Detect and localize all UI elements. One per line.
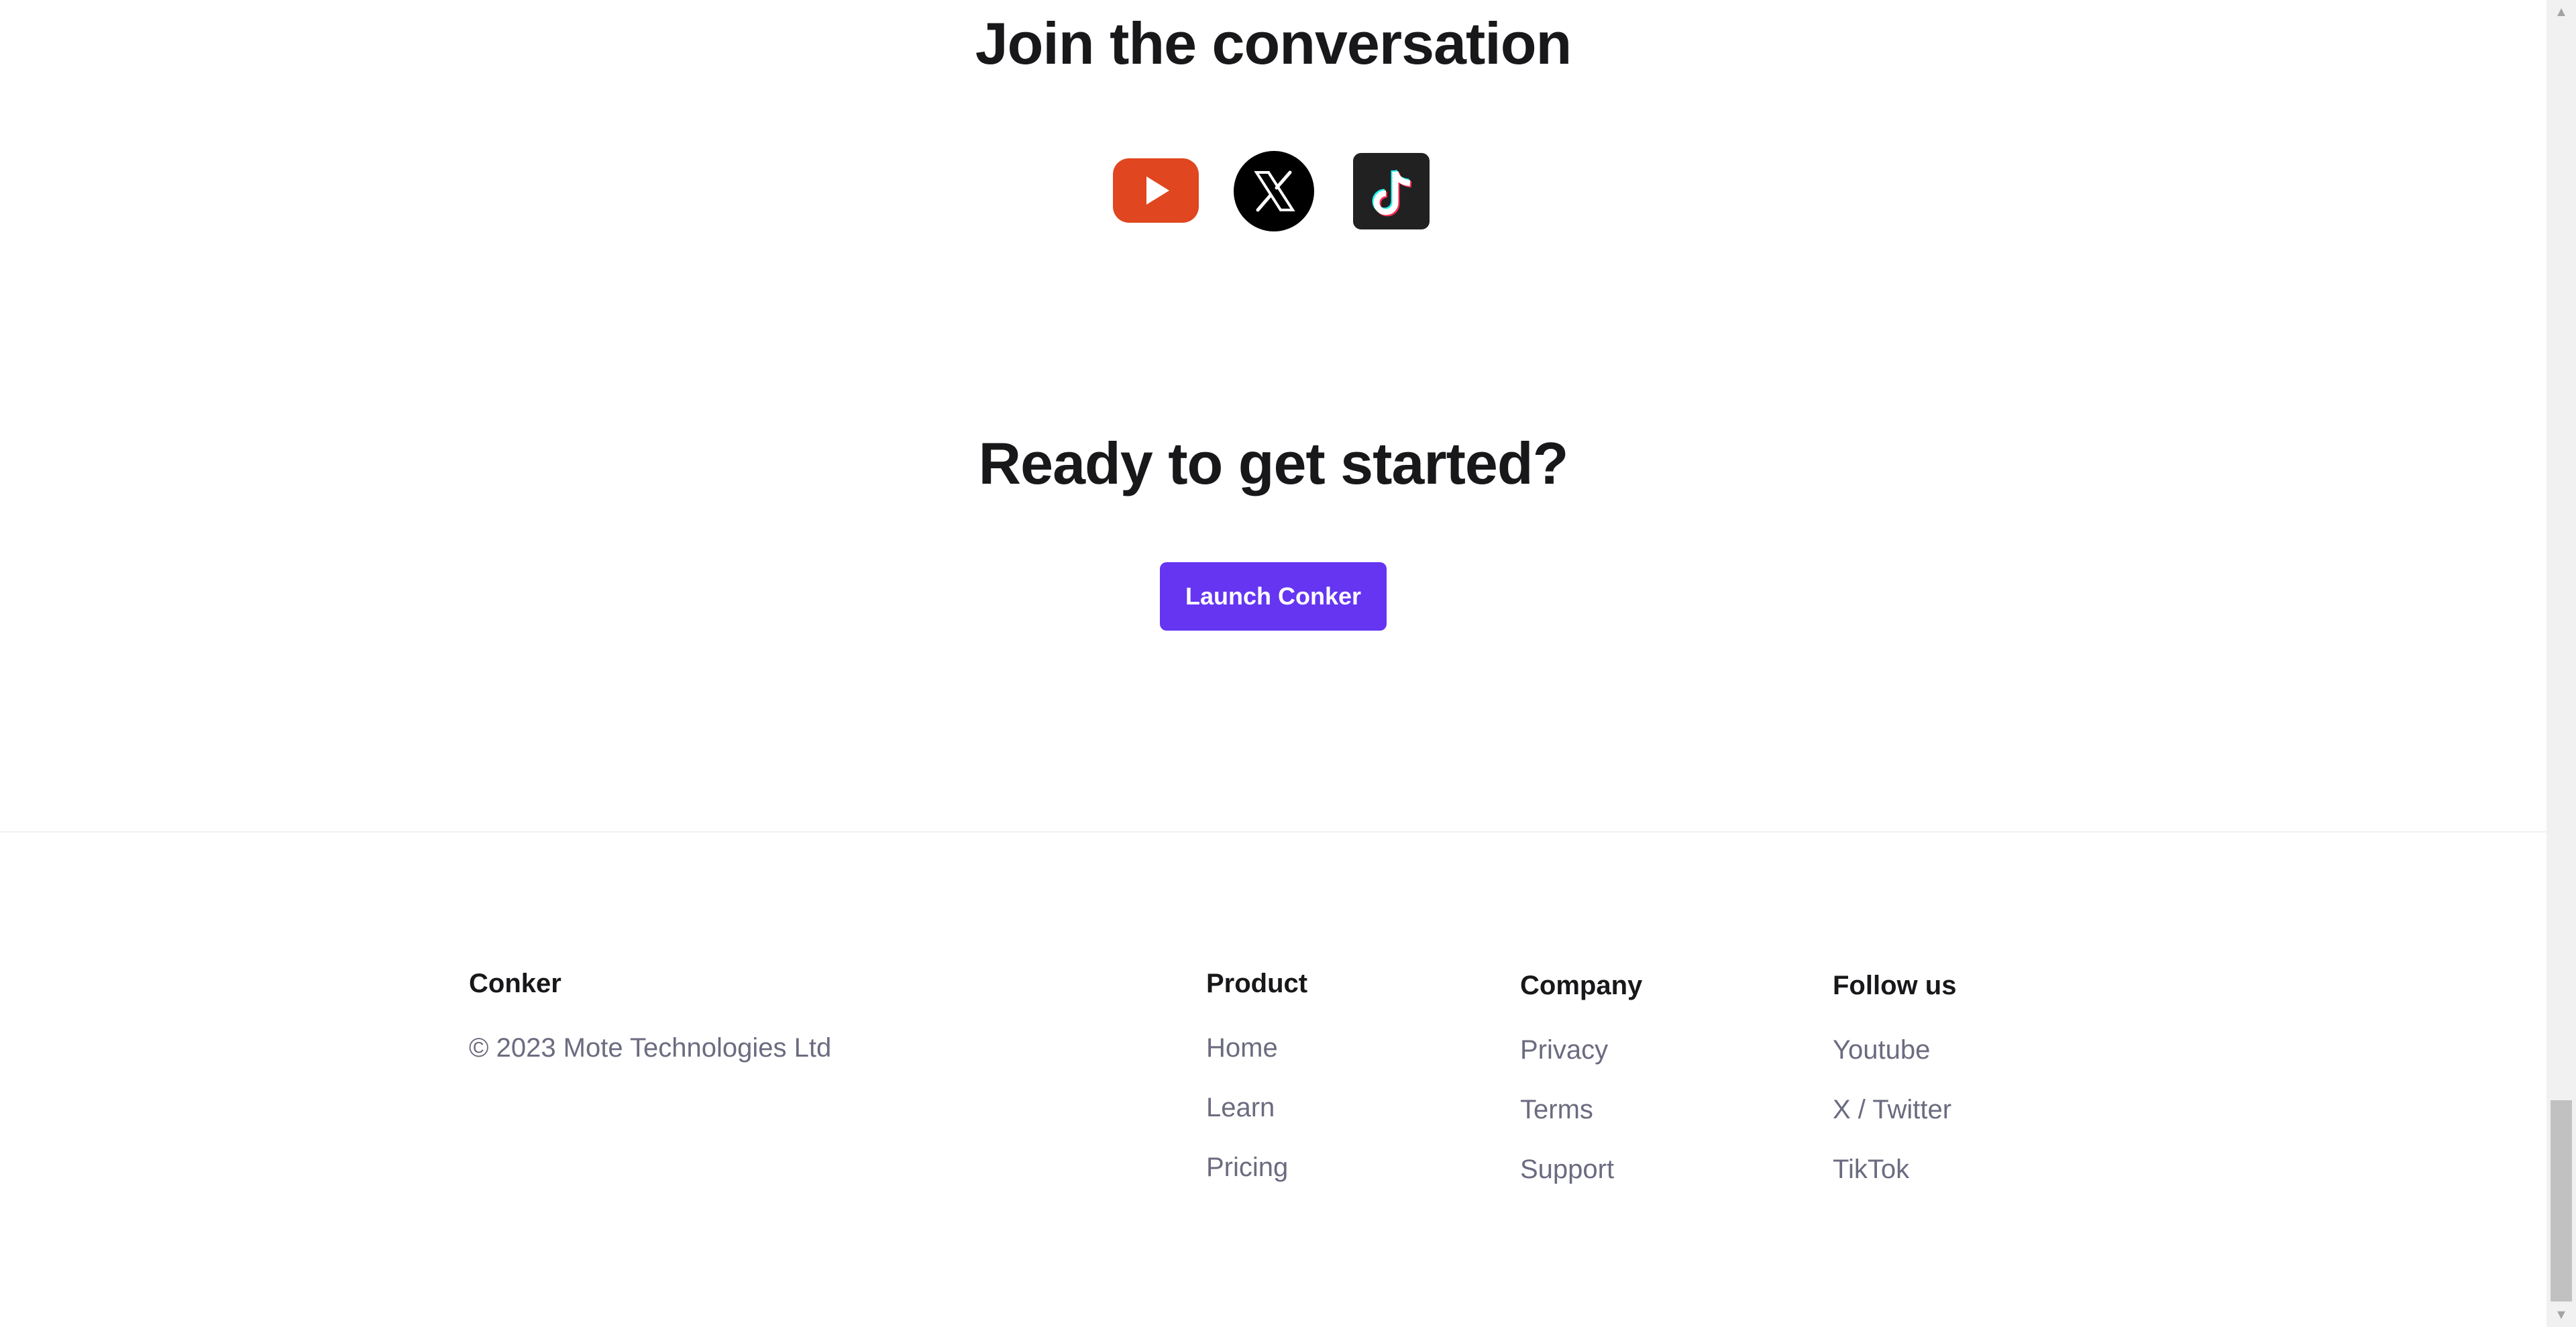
- footer-divider: [0, 831, 2546, 833]
- footer-link-x-twitter[interactable]: X / Twitter: [1833, 1091, 1956, 1128]
- cta-heading: Ready to get started?: [978, 430, 1569, 496]
- x-twitter-icon[interactable]: [1234, 151, 1314, 231]
- footer-product-title: Product: [1206, 969, 1308, 998]
- copyright-text: © 2023 Mote Technologies Ltd: [469, 1033, 832, 1063]
- footer-follow-title: Follow us: [1833, 971, 1957, 1000]
- footer-link-support[interactable]: Support: [1520, 1151, 1642, 1188]
- footer-link-youtube[interactable]: Youtube: [1833, 1031, 1956, 1069]
- join-heading: Join the conversation: [975, 10, 1572, 76]
- footer-company-column: Company Privacy Terms Support: [1520, 967, 1642, 1210]
- footer-link-home[interactable]: Home: [1206, 1029, 1307, 1067]
- footer-link-learn[interactable]: Learn: [1206, 1089, 1307, 1126]
- scroll-up-arrow-icon[interactable]: ▲: [2546, 0, 2576, 24]
- footer-link-pricing[interactable]: Pricing: [1206, 1149, 1307, 1186]
- tiktok-icon[interactable]: [1353, 153, 1430, 229]
- footer-link-terms[interactable]: Terms: [1520, 1091, 1642, 1128]
- vertical-scrollbar[interactable]: ▲ ▼: [2546, 0, 2576, 1327]
- footer-follow-column: Follow us Youtube X / Twitter TikTok: [1833, 967, 1956, 1210]
- scroll-down-arrow-icon[interactable]: ▼: [2546, 1303, 2576, 1327]
- footer-link-privacy[interactable]: Privacy: [1520, 1031, 1642, 1069]
- footer-link-tiktok[interactable]: TikTok: [1833, 1151, 1956, 1188]
- youtube-icon[interactable]: [1113, 158, 1199, 223]
- page: Join the conversation Ready to get start…: [0, 0, 2576, 1327]
- launch-conker-button[interactable]: Launch Conker: [1160, 562, 1387, 631]
- footer-brand: Conker © 2023 Mote Technologies Ltd: [469, 965, 831, 1067]
- scrollbar-thumb[interactable]: [2551, 1100, 2572, 1302]
- footer-company-title: Company: [1520, 971, 1643, 1000]
- footer-product-column: Product Home Learn Pricing: [1206, 965, 1307, 1208]
- footer-brand-title: Conker: [469, 969, 561, 998]
